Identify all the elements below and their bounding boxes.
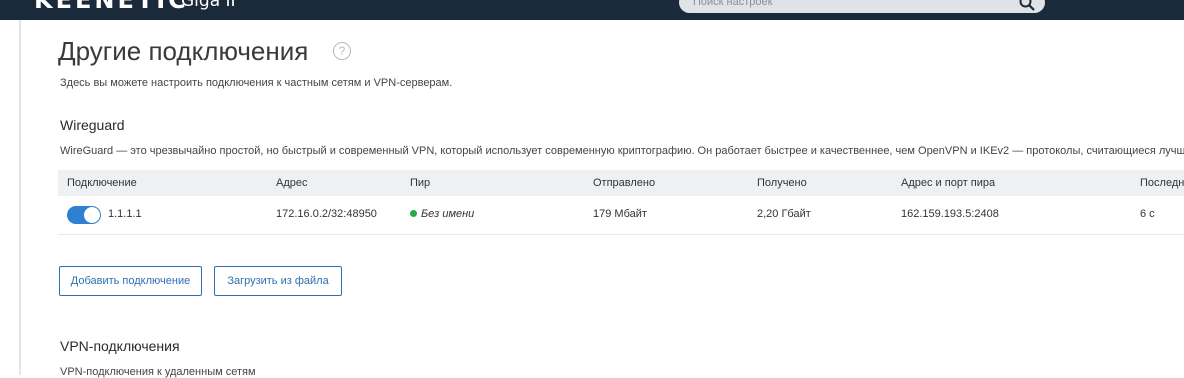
column-header: Последн bbox=[1140, 177, 1184, 189]
connection-name[interactable]: 1.1.1.1 bbox=[108, 208, 142, 220]
upload-from-file-button[interactable]: Загрузить из файла bbox=[214, 266, 342, 296]
brand-logo[interactable]: KEENETIC bbox=[34, 0, 189, 14]
peer-name: Без имени bbox=[421, 208, 475, 220]
vpn-section-title: VPN-подключения bbox=[60, 338, 180, 354]
device-model: Giga II bbox=[181, 0, 236, 11]
column-header: Получено bbox=[757, 177, 807, 189]
add-connection-button[interactable]: Добавить подключение bbox=[59, 266, 202, 296]
column-header: Адрес bbox=[276, 177, 308, 189]
column-header: Адрес и порт пира bbox=[901, 177, 996, 189]
table-row[interactable]: 1.1.1.1 172.16.0.2/32:48950 Без имени 17… bbox=[58, 196, 1184, 235]
wireguard-table: Подключение Адрес Пир Отправлено Получен… bbox=[58, 170, 1184, 235]
connection-address: 172.16.0.2/32:48950 bbox=[276, 208, 377, 220]
status-dot-icon bbox=[410, 210, 417, 217]
search-icon[interactable] bbox=[1019, 0, 1035, 11]
top-header: KEENETIC Giga II bbox=[0, 0, 1184, 20]
wireguard-section-title: Wireguard bbox=[60, 117, 125, 133]
column-header: Отправлено bbox=[593, 177, 656, 189]
search-box bbox=[679, 0, 1045, 13]
toggle-knob bbox=[84, 207, 100, 223]
sidebar-divider bbox=[19, 20, 21, 375]
help-icon[interactable]: ? bbox=[333, 42, 351, 60]
connection-toggle[interactable] bbox=[67, 206, 101, 224]
peer-cell: Без имени bbox=[410, 208, 474, 220]
wireguard-description: WireGuard — это чрезвычайно простой, но … bbox=[60, 145, 1184, 157]
peer-address-value: 162.159.193.5:2408 bbox=[901, 208, 999, 220]
last-handshake-value: 6 с bbox=[1140, 208, 1155, 220]
column-header: Подключение bbox=[67, 177, 137, 189]
table-header: Подключение Адрес Пир Отправлено Получен… bbox=[58, 170, 1184, 196]
sent-value: 179 Мбайт bbox=[593, 208, 647, 220]
search-input[interactable] bbox=[693, 0, 1003, 13]
vpn-description: VPN-подключения к удаленным сетям bbox=[60, 366, 256, 378]
column-header: Пир bbox=[410, 177, 431, 189]
page-subtitle: Здесь вы можете настроить подключения к … bbox=[60, 77, 453, 89]
page-title: Другие подключения bbox=[58, 36, 309, 66]
received-value: 2,20 Гбайт bbox=[757, 208, 811, 220]
